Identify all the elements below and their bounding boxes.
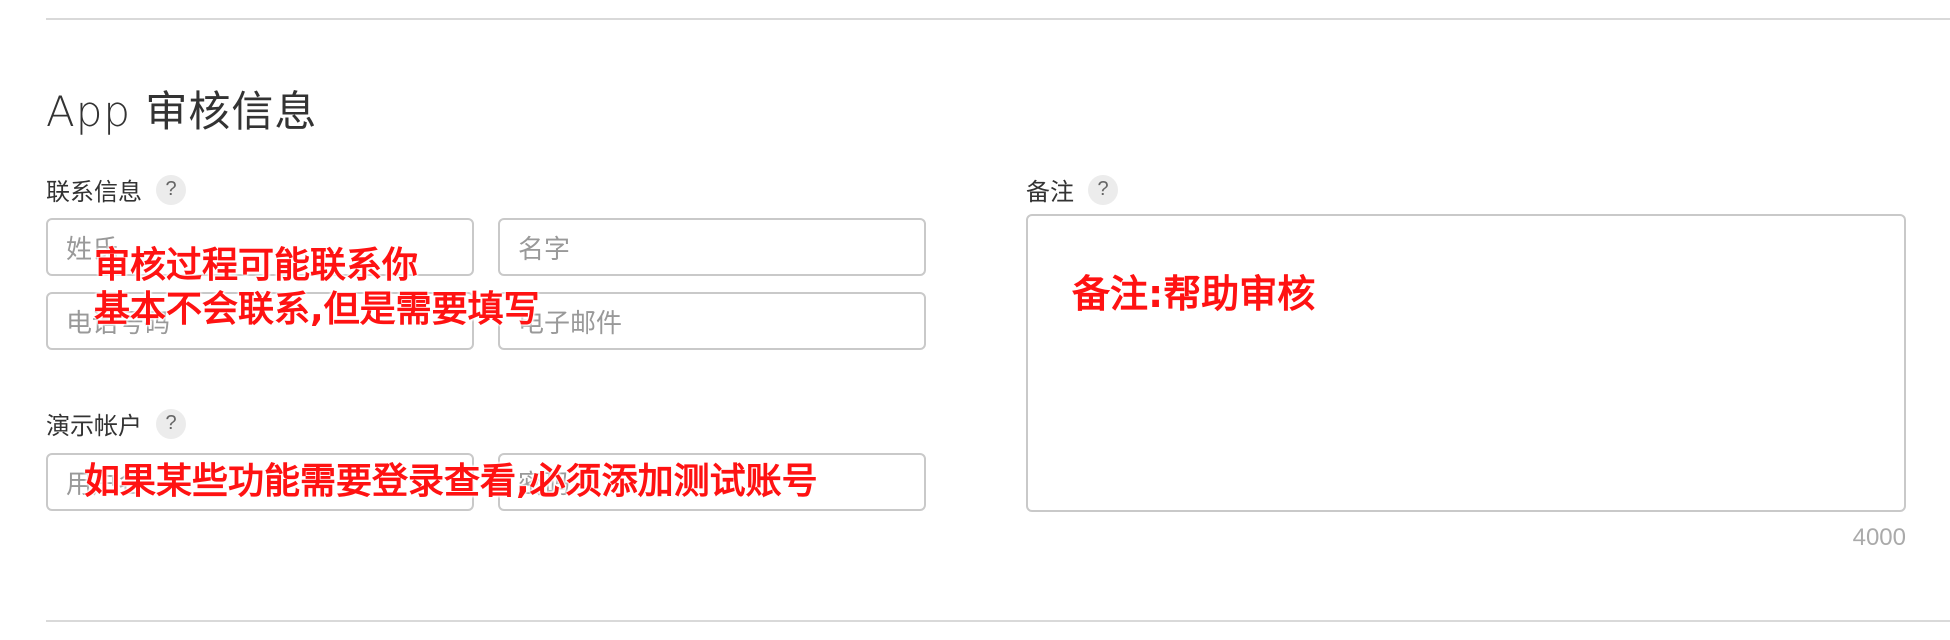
demo-help-icon[interactable]: ? [156,408,186,439]
notes-help-icon[interactable]: ? [1088,174,1118,205]
contact-info-label: 联系信息 [46,178,142,206]
notes-textarea[interactable] [1026,214,1906,512]
bottom-divider [46,620,1950,622]
annotation-notes: 备注:帮助审核 [1072,272,1316,316]
contact-info-label-group: 联系信息 ? [46,172,186,207]
contact-help-icon[interactable]: ? [156,174,186,205]
annotation-contact-line2: 基本不会联系,但是需要填写 [94,289,540,330]
demo-account-label-group: 演示帐户 ? [46,406,186,441]
app-review-info-page: App 审核信息 联系信息 ? 姓氏 名字 电话号码 电子邮件 演示帐户 ? 用… [0,0,1950,640]
first-name-input[interactable]: 名字 [498,218,926,276]
notes-char-count: 4000 [1852,524,1906,551]
notes-label-group: 备注 ? [1026,172,1118,207]
annotation-demo: 如果某些功能需要登录查看,必须添加测试账号 [84,461,818,502]
email-input[interactable]: 电子邮件 [498,292,926,350]
notes-label: 备注 [1026,178,1074,206]
annotation-contact-line1: 审核过程可能联系你 [94,245,419,286]
section-title: App 审核信息 [46,87,318,136]
demo-account-label: 演示帐户 [46,412,142,440]
top-divider [46,18,1950,20]
